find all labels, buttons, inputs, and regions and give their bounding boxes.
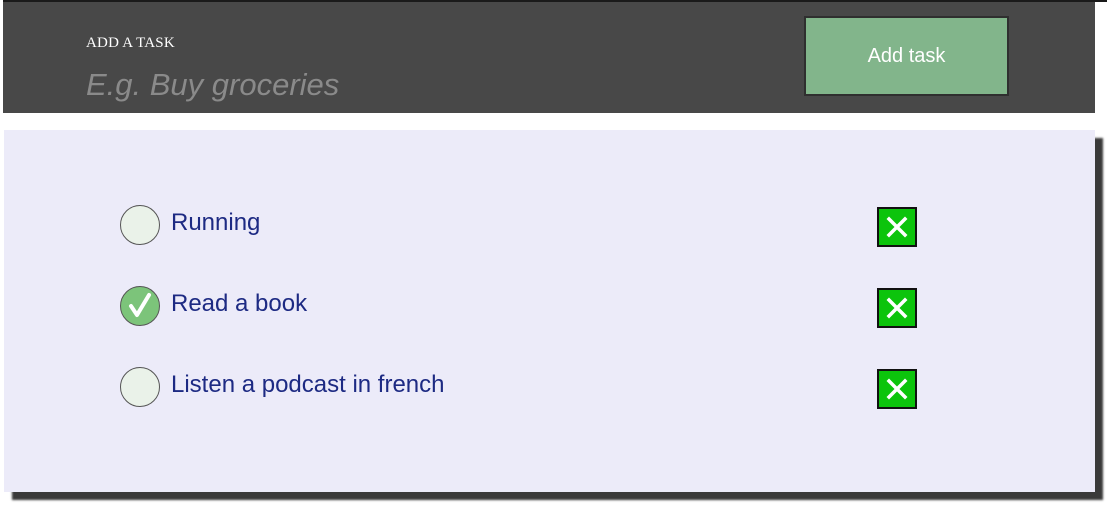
task-checkbox[interactable] [120,367,160,407]
task-checkbox[interactable] [120,205,160,245]
checkmark-icon [129,293,151,317]
add-task-button[interactable]: Add task [804,16,1009,96]
task-list-panel: Running Read a book Listen a podcast in … [4,130,1095,492]
task-checkbox[interactable] [120,286,160,326]
delete-task-button[interactable] [877,369,917,409]
top-border-line [1095,0,1107,2]
close-icon [886,378,908,400]
task-item-running: Running [4,204,1095,248]
task-text: Running [171,209,261,236]
delete-task-button[interactable] [877,207,917,247]
task-item-listen-a-podcast: Listen a podcast in french [4,366,1095,410]
close-icon [886,216,908,238]
close-icon [886,297,908,319]
task-text: Read a book [171,290,308,317]
add-task-label: ADD A TASK [86,35,175,51]
task-input[interactable] [86,65,686,105]
delete-task-button[interactable] [877,288,917,328]
task-text: Listen a podcast in french [171,371,445,398]
task-item-read-a-book: Read a book [4,285,1095,329]
